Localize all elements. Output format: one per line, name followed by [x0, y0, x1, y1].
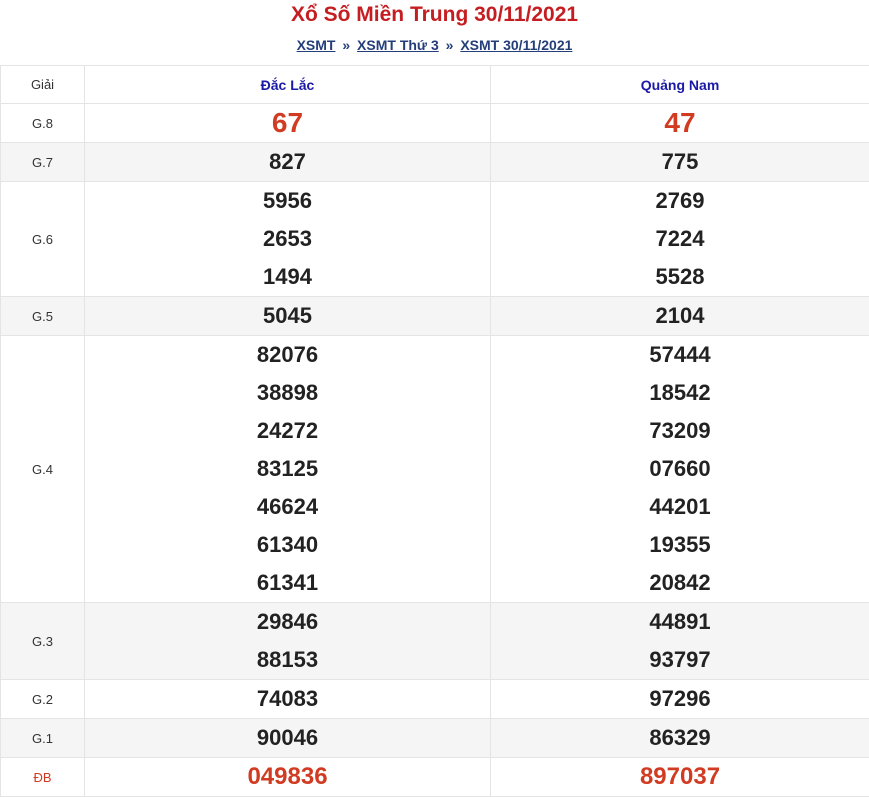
- breadcrumb: XSMT » XSMT Thứ 3 » XSMT 30/11/2021: [0, 30, 869, 60]
- table-row: G.6 5956 2653 1494 2769 7224 5528: [0, 181, 869, 297]
- prize-number: 5528: [655, 264, 705, 289]
- prize-number: 5956: [263, 188, 312, 213]
- prize-cell-province-2: 97296: [490, 679, 869, 719]
- prize-cell-province-2: 775: [490, 142, 869, 182]
- prize-number: 61341: [256, 570, 319, 595]
- prize-number: 897037: [639, 763, 721, 790]
- prize-number: 18542: [649, 380, 711, 405]
- prize-number: 07660: [649, 456, 711, 481]
- prize-cell-province-1: 049836: [84, 757, 491, 797]
- prize-number: 73209: [649, 418, 711, 443]
- prize-label: G.4: [0, 335, 85, 603]
- prize-number: 2769: [655, 188, 705, 213]
- prize-number: 38898: [256, 380, 319, 405]
- prize-number: 83125: [256, 456, 319, 481]
- prize-cell-province-1: 5045: [84, 296, 491, 336]
- breadcrumb-separator: »: [342, 37, 351, 53]
- prize-number: 88153: [256, 647, 319, 672]
- header-province-1[interactable]: Đắc Lắc: [84, 65, 491, 104]
- prize-number: 47: [664, 107, 696, 138]
- prize-cell-province-1: 90046: [84, 718, 491, 758]
- prize-cell-province-1: 5956 2653 1494: [84, 181, 491, 297]
- prize-number: 827: [269, 149, 306, 174]
- prize-number: 29846: [256, 609, 319, 634]
- prize-cell-province-1: 82076 38898 24272 83125 46624 61340 61341: [84, 335, 491, 603]
- prize-cell-province-2: 2104: [490, 296, 869, 336]
- prize-label: G.7: [0, 142, 85, 182]
- table-row: G.7 827 775: [0, 142, 869, 182]
- prize-cell-province-2: 2769 7224 5528: [490, 181, 869, 297]
- prize-cell-province-1: 67: [84, 103, 491, 143]
- prize-cell-province-2: 897037: [490, 757, 869, 797]
- prize-number: 20842: [649, 570, 711, 595]
- prize-label: G.2: [0, 679, 85, 719]
- prize-cell-province-2: 86329: [490, 718, 869, 758]
- prize-number: 7224: [655, 226, 705, 251]
- table-row: G.5 5045 2104: [0, 296, 869, 336]
- prize-label: G.8: [0, 103, 85, 143]
- prize-number: 57444: [649, 342, 711, 367]
- prize-cell-province-1: 74083: [84, 679, 491, 719]
- prize-number: 86329: [649, 725, 711, 750]
- table-row: G.8 67 47: [0, 103, 869, 143]
- prize-number: 93797: [649, 647, 711, 672]
- prize-cell-province-2: 57444 18542 73209 07660 44201 19355 20842: [490, 335, 869, 603]
- prize-number: 19355: [649, 532, 711, 557]
- prize-cell-province-2: 44891 93797: [490, 602, 869, 680]
- page-title: Xổ Số Miền Trung 30/11/2021: [290, 3, 579, 26]
- breadcrumb-link-xsmt-date[interactable]: XSMT 30/11/2021: [460, 37, 572, 53]
- breadcrumb-separator: »: [445, 37, 454, 53]
- prize-label: G.6: [0, 181, 85, 297]
- prize-number: 2653: [263, 226, 312, 251]
- header-province-2[interactable]: Quảng Nam: [490, 65, 869, 104]
- table-row: G.1 90046 86329: [0, 718, 869, 758]
- prize-cell-province-2: 47: [490, 103, 869, 143]
- prize-number: 2104: [655, 303, 705, 328]
- prize-number: 1494: [263, 264, 312, 289]
- prize-number: 24272: [256, 418, 319, 443]
- table-row: G.3 29846 88153 44891 93797: [0, 602, 869, 680]
- prize-label: ĐB: [0, 757, 85, 797]
- table-row: G.4 82076 38898 24272 83125 46624 61340 61341 57…: [0, 335, 869, 603]
- results-table: Giải Đắc Lắc Quảng Nam G.8 67 47 G.7 827 775 G…: [0, 65, 869, 797]
- prize-number: 90046: [256, 725, 319, 750]
- prize-number: 97296: [649, 686, 711, 711]
- table-row: ĐB 049836 897037: [0, 757, 869, 797]
- header-giai: Giải: [0, 65, 85, 104]
- prize-cell-province-1: 827: [84, 142, 491, 182]
- prize-number: 775: [661, 149, 699, 174]
- prize-number: 61340: [256, 532, 319, 557]
- prize-cell-province-1: 29846 88153: [84, 602, 491, 680]
- prize-number: 46624: [256, 494, 319, 519]
- prize-number: 82076: [256, 342, 319, 367]
- table-header-row: Giải Đắc Lắc Quảng Nam: [0, 65, 869, 104]
- table-row: G.2 74083 97296: [0, 679, 869, 719]
- prize-number: 44891: [649, 609, 711, 634]
- breadcrumb-link-xsmt-thu-3[interactable]: XSMT Thứ 3: [357, 37, 439, 53]
- prize-number: 049836: [247, 763, 328, 790]
- prize-label: G.1: [0, 718, 85, 758]
- prize-number: 67: [271, 107, 304, 138]
- prize-number: 74083: [256, 686, 319, 711]
- prize-label: G.3: [0, 602, 85, 680]
- prize-number: 44201: [649, 494, 711, 519]
- prize-number: 5045: [263, 303, 312, 328]
- breadcrumb-link-xsmt[interactable]: XSMT: [297, 37, 336, 53]
- prize-label: G.5: [0, 296, 85, 336]
